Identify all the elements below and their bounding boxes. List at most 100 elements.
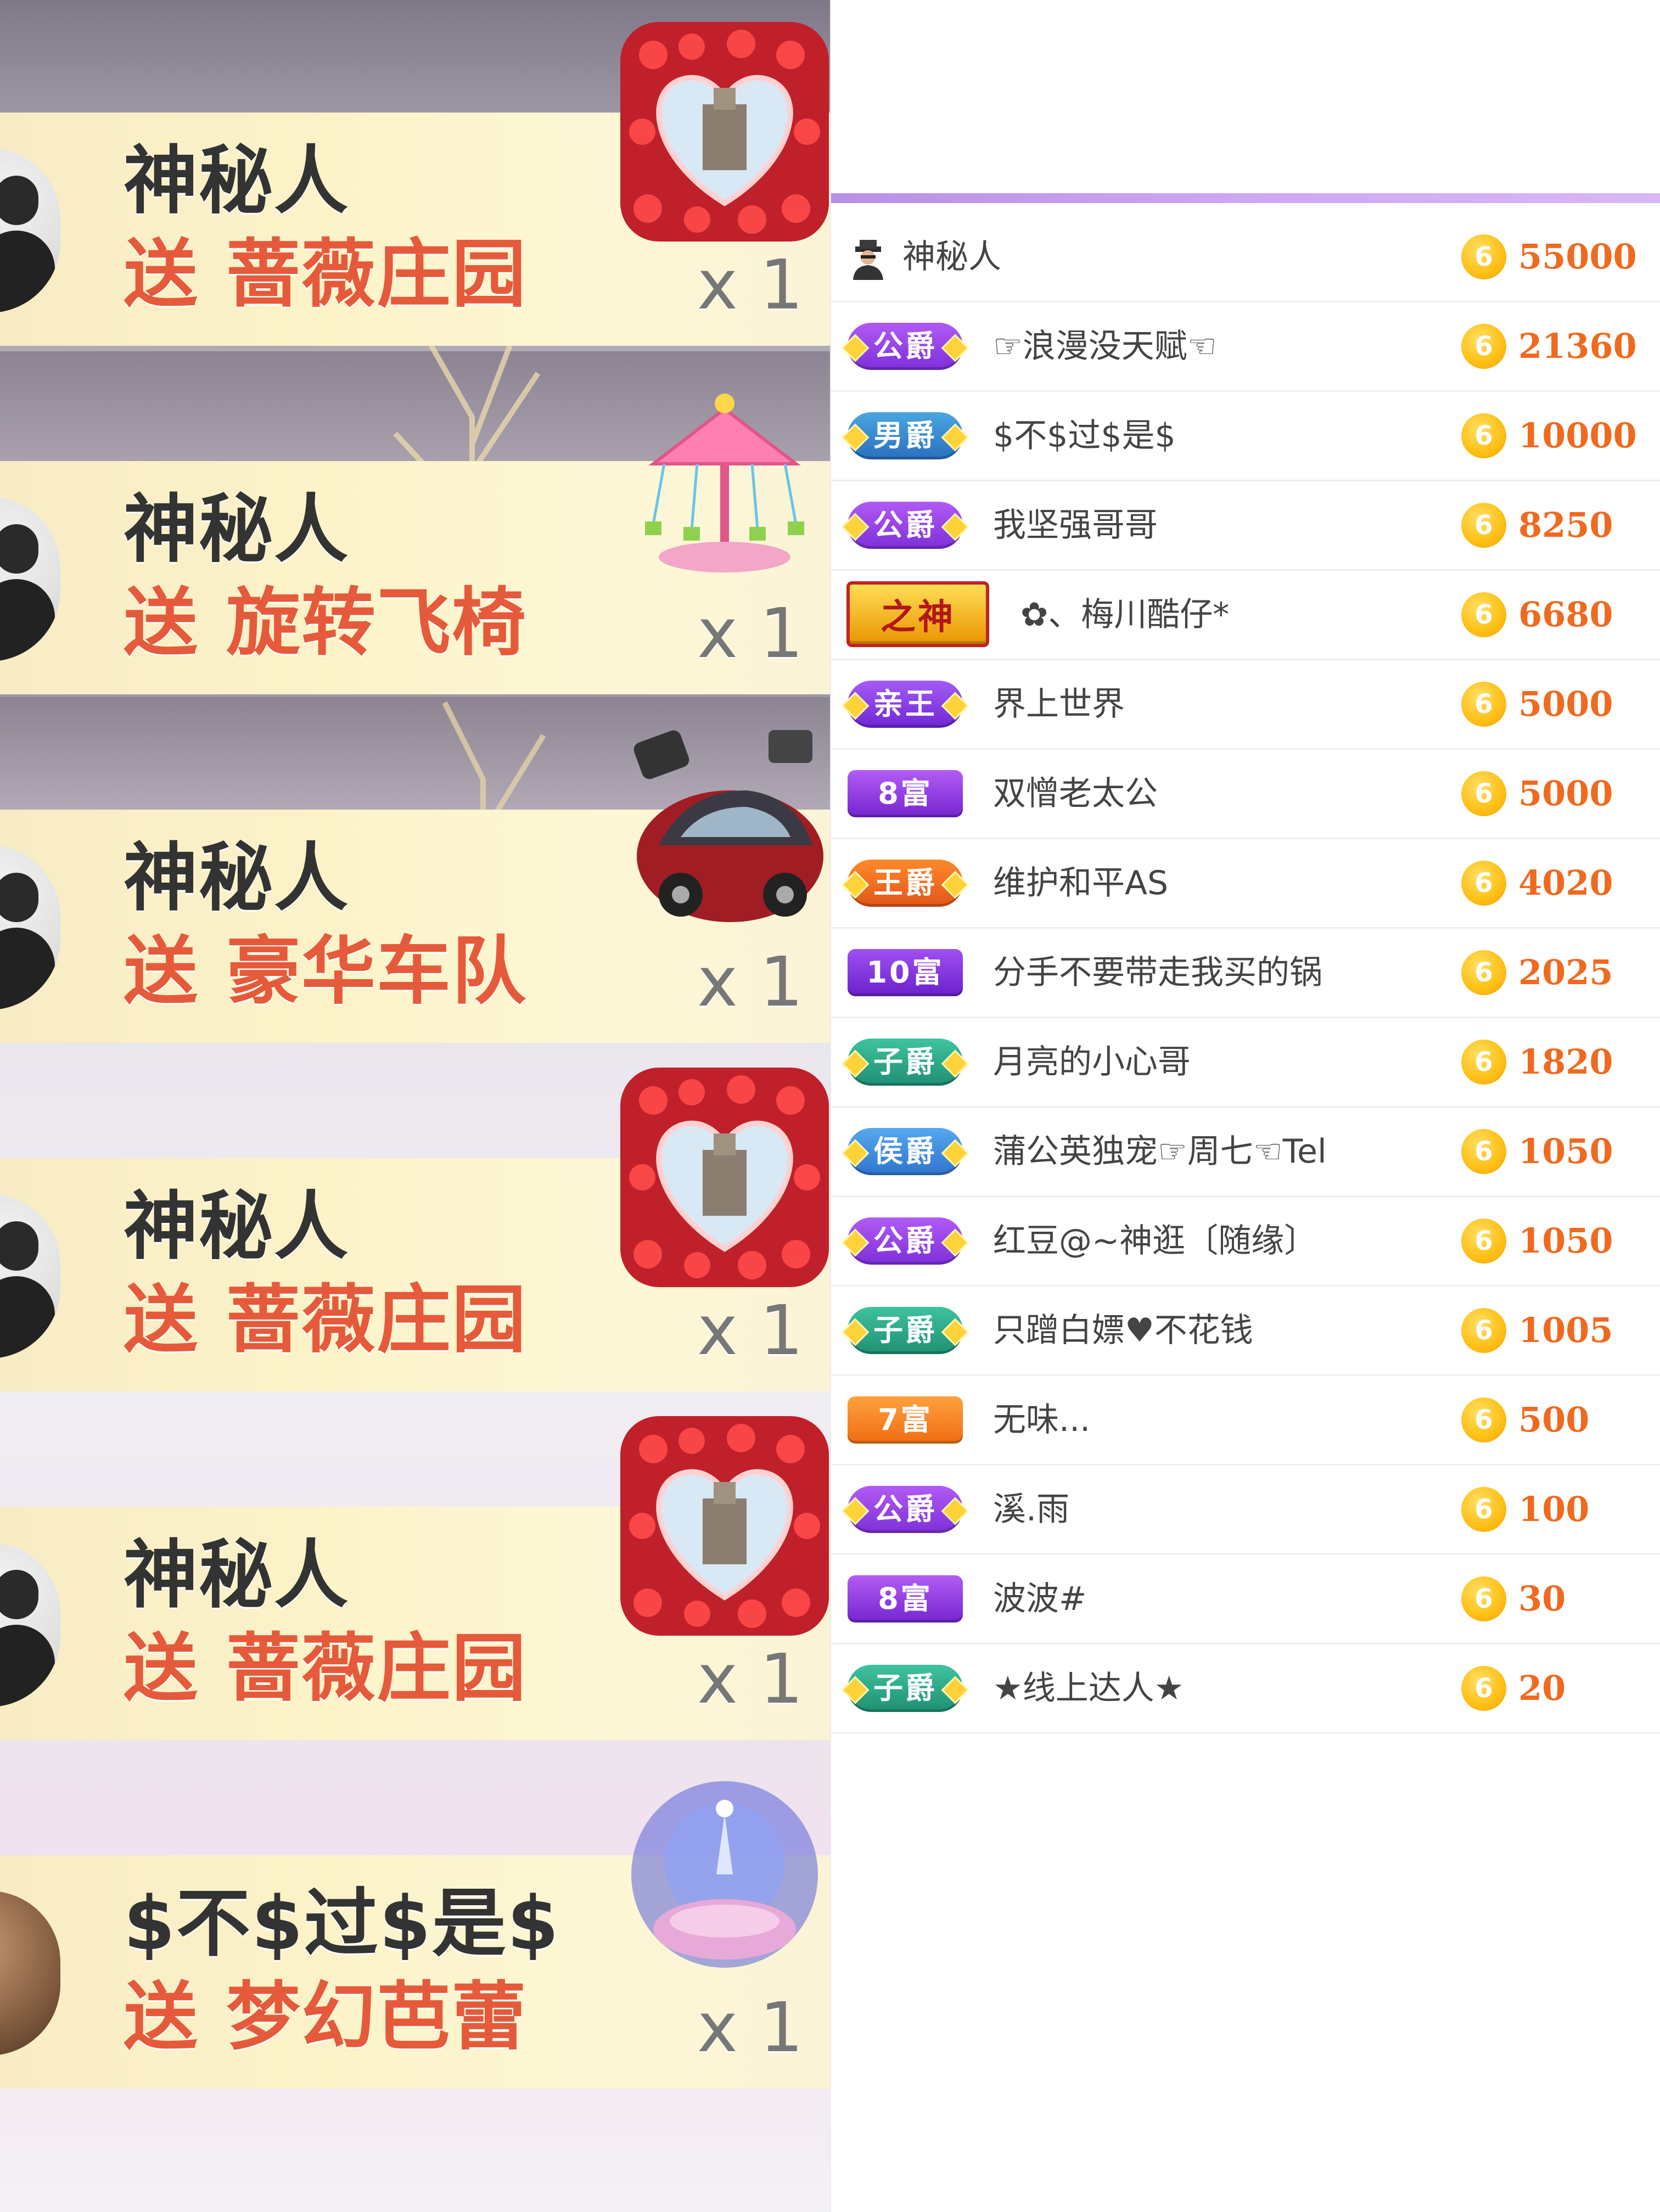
ranking-row[interactable]: 子爵 ★线上达人★ 6 20 (831, 1643, 1660, 1734)
coin-icon: 6 (1461, 1487, 1506, 1532)
ranking-user-name: 溪.雨 (993, 1490, 1070, 1529)
ranking-row[interactable]: 8富 波波# 6 30 (831, 1553, 1660, 1644)
coin-icon: 6 (1461, 503, 1506, 548)
contribution-value: 21360 (1518, 326, 1637, 366)
ranking-list[interactable]: 神秘人 6 55000 公爵 ☞浪漫没天赋☜ 6 21360 男爵 $不$过$是$ 6 10000 公… (831, 211, 1660, 1776)
gift-count: x 1 (697, 1291, 804, 1371)
ranking-user-name: 红豆@~神逛〔随缘〕 (993, 1222, 1317, 1260)
coin-icon: 6 (1461, 1040, 1506, 1085)
rank-badge: 子爵 (848, 1307, 963, 1354)
rank-badge: 公爵 (848, 1486, 963, 1533)
mystery-person-icon (853, 240, 883, 280)
coin-icon: 6 (1461, 861, 1506, 906)
gift-name: 蔷薇庄园 (226, 1625, 527, 1711)
send-word: 送 (124, 231, 199, 317)
coin-icon: 6 (1461, 682, 1506, 727)
ranking-row[interactable]: 亲王 界上世界 6 5000 (831, 659, 1660, 750)
coin-icon: 6 (1461, 1308, 1506, 1353)
gift-feed: 神秘人 送蔷薇庄园 x 1 神秘人 送旋转飞椅 x 1 神秘人 送 豪华车队 x… (0, 0, 830, 2212)
ranking-row[interactable]: 男爵 $不$过$是$ 6 10000 (831, 390, 1660, 481)
ranking-row[interactable]: 公爵 溪.雨 6 100 (831, 1464, 1660, 1555)
coin-icon: 6 (1461, 592, 1506, 637)
gift-count: x 1 (697, 594, 804, 673)
contribution-value: 6680 (1518, 594, 1613, 635)
ranking-row[interactable]: 之神 ✿、梅川酷仔* 6 6680 (831, 569, 1660, 660)
coin-icon: 6 (1461, 413, 1506, 458)
ranking-row[interactable]: 神秘人 6 55000 (831, 211, 1660, 302)
ranking-user-name: 界上世界 (993, 685, 1125, 723)
gift-name: 旋转飞椅 (226, 580, 527, 666)
gift-description: 送豪华车队 (124, 930, 527, 1013)
ranking-row[interactable]: 8富 双憎老太公 6 5000 (831, 748, 1660, 839)
sender-name: 神秘人 (124, 138, 349, 224)
contribution-value: 4020 (1518, 863, 1613, 903)
rose-manor-icon (620, 22, 829, 242)
gift-name: 蔷薇庄园 (226, 1277, 527, 1363)
coin-icon: 6 (1461, 771, 1506, 816)
rank-badge: 公爵 (848, 502, 963, 549)
contribution-value: 1005 (1518, 1310, 1613, 1350)
rank-badge: 男爵 (848, 412, 963, 459)
contribution-value: 8250 (1518, 505, 1613, 545)
coin-icon: 6 (1461, 950, 1506, 995)
rank-badge: 王爵 (848, 860, 963, 907)
rank-badge: 公爵 (848, 1217, 963, 1265)
ranking-user-name: 分手不要带走我买的锅 (993, 953, 1322, 992)
gift-count: x 1 (697, 942, 804, 1022)
rank-badge: 侯爵 (848, 1128, 963, 1175)
carousel-swing-icon (645, 394, 804, 572)
ranking-user-name: ✿、梅川酷仔* (1020, 596, 1230, 634)
ranking-user-name: $不$过$是$ (993, 417, 1176, 455)
ranking-user-name: 我坚强哥哥 (993, 506, 1158, 544)
ranking-user-name: 神秘人 (902, 238, 1001, 276)
sender-name: $不$过$是$ (124, 1880, 560, 1967)
contribution-value: 100 (1518, 1489, 1590, 1529)
contribution-value: 55000 (1518, 237, 1637, 277)
contribution-value: 30 (1518, 1579, 1566, 1619)
send-word: 送 (124, 580, 199, 666)
sender-name: 神秘人 (124, 835, 349, 921)
gift-count: x 1 (697, 245, 804, 325)
ranking-row[interactable]: 子爵 只蹭白嫖♥不花钱 6 1005 (831, 1285, 1660, 1376)
ranking-row[interactable]: 子爵 月亮的小心哥 6 1820 (831, 1017, 1660, 1108)
sender-name: 神秘人 (124, 1532, 349, 1618)
coin-icon: 6 (1461, 1576, 1506, 1621)
contribution-value: 10000 (1518, 416, 1637, 456)
ranking-row[interactable]: 公爵 ☞浪漫没天赋☜ 6 21360 (831, 301, 1660, 392)
ranking-row[interactable]: 10富 分手不要带走我买的锅 6 2025 (831, 927, 1660, 1018)
rose-manor-icon (620, 1068, 829, 1287)
send-word: 送 (124, 1625, 199, 1711)
gift-name: 豪华车队 (226, 928, 527, 1014)
sender-name: 神秘人 (124, 1183, 349, 1270)
ranking-user-name: 双憎老太公 (993, 774, 1158, 813)
ranking-user-name: 蒲公英独宠☞周七☜Tel (993, 1132, 1327, 1171)
ranking-row[interactable]: 公爵 我坚强哥哥 6 8250 (831, 480, 1660, 571)
gift-banner: 神秘人 送蔷薇庄园 x 1 (0, 0, 830, 351)
ranking-row[interactable]: 公爵 红豆@~神逛〔随缘〕 6 1050 (831, 1195, 1660, 1287)
list-fade (831, 1754, 1660, 1778)
contribution-value: 20 (1518, 1668, 1566, 1708)
ranking-row[interactable]: 王爵 维护和平AS 6 4020 (831, 838, 1660, 929)
ranking-row[interactable]: 侯爵 蒲公英独宠☞周七☜Tel 6 1050 (831, 1106, 1660, 1197)
gift-count: x 1 (697, 1640, 804, 1719)
contribution-value: 2025 (1518, 952, 1613, 992)
ranking-row[interactable]: 7富 无味... 6 500 (831, 1374, 1660, 1466)
ranking-user-name: 维护和平AS (993, 864, 1169, 902)
rank-badge: 7富 (848, 1396, 963, 1444)
gift-banner: 神秘人 送蔷薇庄园 x 1 (0, 1394, 830, 1745)
rank-badge: 之神 (846, 581, 989, 647)
gift-description: 送梦幻芭蕾 (124, 1976, 527, 2058)
gift-name: 蔷薇庄园 (226, 231, 527, 317)
ranking-user-name: ★线上达人★ (993, 1669, 1184, 1708)
gift-name: 梦幻芭蕾 (226, 1974, 527, 2060)
gift-count: x 1 (697, 1988, 804, 2068)
contribution-value: 5000 (1518, 684, 1613, 724)
ranking-user-name: 波波# (993, 1580, 1087, 1618)
rose-manor-icon (620, 1416, 829, 1636)
coin-icon: 6 (1461, 234, 1506, 279)
coin-icon: 6 (1461, 1129, 1506, 1174)
send-word: 送 (124, 1277, 199, 1363)
contribution-value: 5000 (1518, 773, 1613, 813)
gift-description: 送旋转飞椅 (124, 582, 527, 664)
gift-banner: 神秘人 送豪华车队 x 1 (0, 697, 830, 1048)
